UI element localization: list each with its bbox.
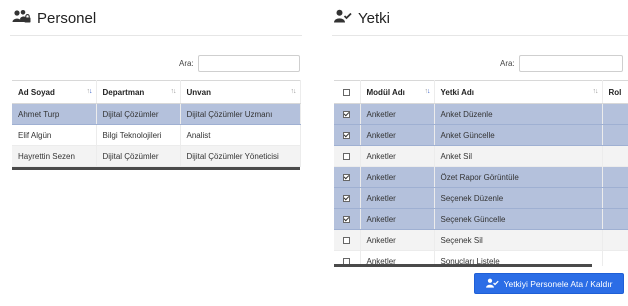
cell-select [334,187,361,209]
column-header-yetki-adi[interactable]: Yetki Adı ↑↓ [434,80,603,104]
yetki-title: Yetki [358,9,390,27]
table-header-row: Ad Soyad ↑↓ Departman ↑↓ Unvan ↑↓ [12,80,301,104]
yetki-header: Yetki [334,8,390,28]
column-header-modul-adi[interactable]: Modül Adı ↑↓ [360,80,435,104]
cell-yetki-adi: Anket Sil [434,145,603,167]
row-checkbox[interactable] [343,194,351,202]
cell-rol [602,145,628,167]
table-row[interactable]: Anketler Anket Güncelle [334,124,628,146]
horizontal-scrollbar[interactable] [12,167,300,170]
cell-rol [602,124,628,146]
yetki-search: Ara: [500,55,623,72]
cell-rol [602,187,628,209]
cell-select [334,124,361,146]
row-checkbox[interactable] [343,215,351,223]
row-checkbox[interactable] [343,110,351,118]
cell-ad-soyad: Hayrettin Sezen [12,145,97,167]
cell-select [334,166,361,188]
search-label: Ara: [179,59,194,68]
cell-unvan: Analist [180,124,301,146]
sort-icon: ↑↓ [170,88,177,95]
cell-unvan: Dijital Çözümler Uzmanı [180,103,301,125]
cell-rol [602,208,628,230]
cell-modul-adi: Anketler [360,229,435,251]
cell-departman: Dijital Çözümler [96,145,181,167]
cell-modul-adi: Anketler [360,187,435,209]
cell-yetki-adi: Seçenek Düzenle [434,187,603,209]
cell-select [334,208,361,230]
personel-title: Personel [37,9,97,27]
personel-header: Personel [12,8,96,28]
yetki-table-wrapper: Modül Adı ↑↓ Yetki Adı ↑↓ Rol Anketler Anke… [334,80,628,266]
personel-search-input[interactable] [197,55,300,72]
column-header-rol[interactable]: Rol [602,80,628,104]
table-header-row: Modül Adı ↑↓ Yetki Adı ↑↓ Rol [334,80,628,104]
table-row[interactable]: Anketler Anket Düzenle [334,103,628,125]
table-row[interactable]: Anketler Seçenek Güncelle [334,208,628,230]
table-row[interactable]: Anketler Seçenek Sil [334,229,628,251]
column-header-select[interactable] [334,80,361,104]
sort-icon: ↑↓ [290,88,297,95]
table-row[interactable]: Anketler Özet Rapor Görüntüle [334,166,628,188]
table-row[interactable]: Anketler Seçenek Düzenle [334,187,628,209]
user-check-icon [334,9,352,28]
cell-select [334,103,361,125]
assign-permission-button[interactable]: Yetkiyi Personele Ata / Kaldır [474,273,624,294]
assign-button-label: Yetkiyi Personele Ata / Kaldır [503,278,613,289]
cell-unvan: Dijital Çözümler Yöneticisi [180,145,301,167]
cell-rol [602,229,628,251]
cell-yetki-adi: Anket Güncelle [434,124,603,146]
cell-ad-soyad: Elif Algün [12,124,97,146]
sort-asc-icon: ↑↓ [424,88,431,95]
cell-rol [602,166,628,188]
table-row[interactable]: Ahmet Turp Dijital Çözümler Dijital Çözü… [12,103,301,125]
cell-modul-adi: Anketler [360,208,435,230]
row-checkbox[interactable] [343,236,351,244]
yetki-table: Modül Adı ↑↓ Yetki Adı ↑↓ Rol Anketler Anke… [334,80,628,266]
table-row[interactable]: Elif Algün Bilgi Teknolojileri Analist [12,124,301,146]
column-header-ad-soyad[interactable]: Ad Soyad ↑↓ [12,80,97,104]
sort-icon: ↑↓ [592,88,599,95]
cell-rol [602,250,628,266]
title-divider [10,35,302,36]
column-header-unvan[interactable]: Unvan ↑↓ [180,80,301,104]
row-checkbox[interactable] [343,131,351,139]
personel-search: Ara: [179,55,300,72]
cell-yetki-adi: Özet Rapor Görüntüle [434,166,603,188]
table-row[interactable]: Hayrettin Sezen Dijital Çözümler Dijital… [12,145,301,167]
cell-modul-adi: Anketler [360,103,435,125]
sort-asc-icon: ↑↓ [86,88,93,95]
users-lock-icon [12,9,31,28]
cell-yetki-adi: Anket Düzenle [434,103,603,125]
cell-rol [602,103,628,125]
yetki-search-input[interactable] [518,55,623,72]
title-divider [332,35,628,36]
cell-departman: Dijital Çözümler [96,103,181,125]
horizontal-scrollbar[interactable] [334,264,592,267]
cell-select [334,229,361,251]
cell-yetki-adi: Seçenek Sil [434,229,603,251]
column-header-departman[interactable]: Departman ↑↓ [96,80,181,104]
user-check-icon [485,278,499,290]
search-label: Ara: [500,59,515,68]
cell-modul-adi: Anketler [360,124,435,146]
cell-select [334,145,361,167]
table-row[interactable]: Anketler Anket Sil [334,145,628,167]
select-all-checkbox[interactable] [343,88,351,96]
row-checkbox[interactable] [343,152,351,160]
cell-yetki-adi: Seçenek Güncelle [434,208,603,230]
row-checkbox[interactable] [343,173,351,181]
cell-modul-adi: Anketler [360,145,435,167]
cell-ad-soyad: Ahmet Turp [12,103,97,125]
cell-departman: Bilgi Teknolojileri [96,124,181,146]
personel-table: Ad Soyad ↑↓ Departman ↑↓ Unvan ↑↓ Ahmet Tur… [12,80,301,167]
cell-modul-adi: Anketler [360,166,435,188]
